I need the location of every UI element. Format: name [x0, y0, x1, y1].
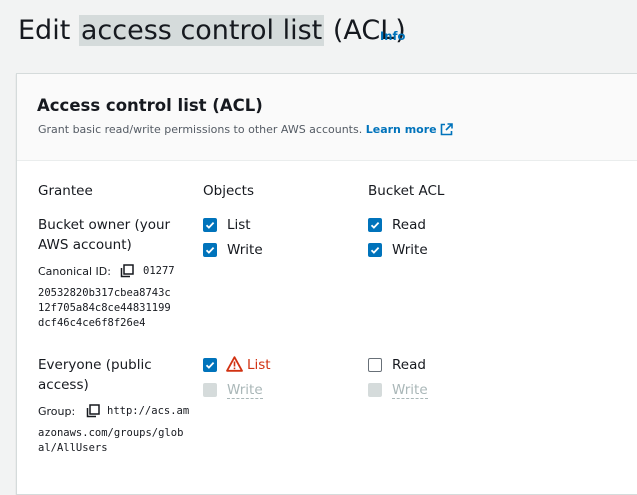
external-link-icon — [440, 123, 453, 141]
group-uri-line-1: http://acs.am — [107, 405, 190, 417]
grantee-name-line1: Bucket owner (your — [38, 217, 171, 233]
acl-panel: Access control list (ACL) Grant basic re… — [16, 73, 637, 495]
grantee-name-line2: AWS account) — [38, 237, 132, 253]
warning-icon — [226, 356, 243, 376]
grantee-name-line1: Everyone (public — [38, 357, 152, 373]
bucket-owner-acl-read-checkbox[interactable] — [368, 218, 382, 232]
canonical-id-line-4: dcf46c4ce6f8f26e4 — [38, 317, 146, 329]
bucket-owner-acl-write-label: Write — [392, 242, 428, 258]
bucket-owner-acl-write-checkbox[interactable] — [368, 243, 382, 257]
learn-more-link[interactable]: Learn more — [366, 123, 453, 136]
page-title-highlight: access control list — [78, 15, 325, 46]
info-link[interactable]: Info — [380, 29, 405, 43]
column-header-bucket-acl: Bucket ACL — [368, 183, 445, 199]
panel-description: Grant basic read/write permissions to ot… — [38, 122, 453, 141]
canonical-id-label: Canonical ID: — [38, 265, 111, 278]
everyone-objects-write-label: Write — [227, 382, 263, 399]
everyone-acl-write-label: Write — [392, 382, 428, 399]
group-label: Group: — [38, 405, 76, 418]
learn-more-label: Learn more — [365, 123, 437, 136]
group-uri-line-3: al/AllUsers — [38, 442, 108, 454]
group-uri-line-2: azonaws.com/groups/glob — [38, 427, 184, 439]
everyone-objects-write-checkbox[interactable] — [203, 383, 217, 397]
page-title-prefix: Edit — [18, 15, 79, 46]
column-header-grantee: Grantee — [38, 183, 93, 199]
panel-header: Access control list (ACL) Grant basic re… — [17, 74, 637, 161]
grantee-name-line2: access) — [38, 377, 89, 393]
page-title: Edit access control list (ACL) — [18, 13, 406, 49]
everyone-objects-list-label: List — [247, 357, 271, 373]
panel-title: Access control list (ACL) — [37, 96, 263, 115]
bucket-owner-objects-write-checkbox[interactable] — [203, 243, 217, 257]
canonical-id-line-1: 01277 — [143, 265, 175, 277]
bucket-owner-acl-read-label: Read — [392, 217, 426, 233]
canonical-id-line-2: 20532820b317cbea8743c — [38, 287, 171, 299]
bucket-owner-objects-list-label: List — [227, 217, 251, 233]
bucket-owner-objects-list-checkbox[interactable] — [203, 218, 217, 232]
copy-icon[interactable] — [86, 403, 100, 422]
everyone-acl-read-checkbox[interactable] — [368, 358, 382, 372]
bucket-owner-objects-write-label: Write — [227, 242, 263, 258]
canonical-id-line-3: 12f705a84c8ce44831199 — [38, 302, 171, 314]
copy-icon[interactable] — [120, 263, 134, 282]
column-header-objects: Objects — [203, 183, 255, 199]
everyone-acl-read-label: Read — [392, 357, 426, 373]
everyone-acl-write-checkbox[interactable] — [368, 383, 382, 397]
panel-description-text: Grant basic read/write permissions to ot… — [38, 123, 363, 136]
everyone-objects-list-checkbox[interactable] — [203, 358, 217, 372]
